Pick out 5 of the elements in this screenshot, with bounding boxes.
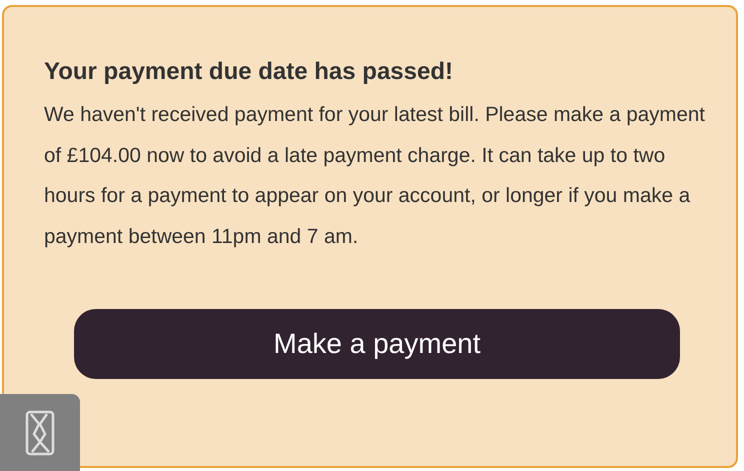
alert-message: We haven't received payment for your latest bill. Please make a payment of £104.00 now to avoid a late payment charge. It can take up to two hours for a payment to appear on your account, or longer if you make a payment between 11pm and 7 am. bbox=[44, 102, 706, 250]
hourglass-icon bbox=[25, 410, 55, 456]
make-payment-button[interactable]: Make a payment bbox=[74, 309, 680, 379]
alert-title: Your payment due date has passed! bbox=[44, 57, 454, 87]
floating-widget[interactable] bbox=[0, 394, 80, 471]
